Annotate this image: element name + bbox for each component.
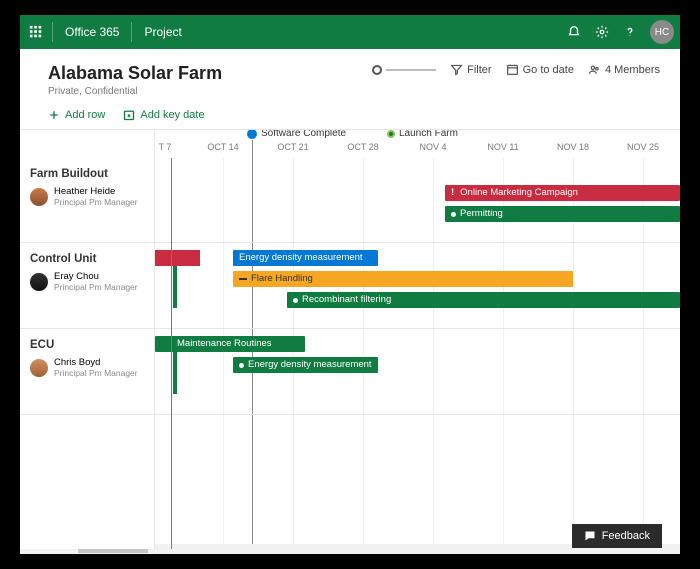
plus-icon — [48, 109, 60, 121]
task-bar[interactable]: Maintenance Routines — [155, 336, 305, 352]
assignee[interactable]: Heather HeidePrincipal Pm Manager — [30, 186, 144, 208]
add-key-date-button[interactable]: Add key date — [123, 109, 204, 121]
top-bar: Office 365 Project HC — [20, 15, 680, 49]
members-button[interactable]: 4 Members — [588, 63, 660, 76]
group-control-unit[interactable]: Control Unit Eray ChouPrincipal Pm Manag… — [20, 243, 154, 329]
milestone-software[interactable]: Software Complete — [247, 130, 346, 139]
task-bar[interactable]: Energy density measurement — [233, 250, 378, 266]
project-title: Alabama Solar Farm — [48, 63, 222, 84]
today-line — [171, 158, 172, 549]
project-subtitle: Private, Confidential — [48, 86, 222, 97]
app-label[interactable]: Project — [132, 25, 193, 39]
task-bar[interactable]: Recombinant filtering — [287, 292, 680, 308]
task-bar[interactable]: !Online Marketing Campaign — [445, 185, 680, 201]
project-header: Alabama Solar Farm Private, Confidential… — [20, 49, 680, 103]
timeline: Farm Buildout Heather HeidePrincipal Pm … — [20, 129, 680, 549]
filter-icon — [450, 63, 463, 76]
add-row-button[interactable]: Add row — [48, 109, 105, 121]
task-bar[interactable] — [155, 250, 200, 266]
gantt-grid[interactable]: Software Complete Launch Farm T 7 OCT 14… — [155, 130, 680, 549]
assignee[interactable]: Eray ChouPrincipal Pm Manager — [30, 271, 144, 293]
notifications-icon[interactable] — [560, 25, 588, 39]
group-farm-buildout[interactable]: Farm Buildout Heather HeidePrincipal Pm … — [20, 158, 154, 243]
avatar-icon — [30, 359, 48, 377]
people-icon — [588, 63, 601, 76]
assignee[interactable]: Chris BoydPrincipal Pm Manager — [30, 357, 144, 379]
task-stub[interactable] — [173, 352, 177, 394]
group-column: Farm Buildout Heather HeidePrincipal Pm … — [20, 130, 155, 549]
task-stub[interactable] — [173, 266, 177, 308]
task-bar[interactable]: Permitting — [445, 206, 680, 222]
zoom-slider[interactable] — [372, 65, 436, 75]
goto-date-button[interactable]: Go to date — [506, 63, 574, 76]
settings-icon[interactable] — [588, 25, 616, 39]
help-icon[interactable] — [616, 25, 644, 39]
toolbar: Add row Add key date — [20, 103, 680, 129]
user-avatar[interactable]: HC — [650, 20, 674, 44]
group-ecu[interactable]: ECU Chris BoydPrincipal Pm Manager — [20, 329, 154, 415]
milestone-dot-icon — [387, 130, 395, 138]
calendar-icon — [506, 63, 519, 76]
task-bar[interactable]: Flare Handling — [233, 271, 573, 287]
key-date-icon — [123, 109, 135, 121]
milestone-dot-icon — [247, 130, 257, 139]
filter-button[interactable]: Filter — [450, 63, 491, 76]
app-launcher-icon[interactable] — [20, 25, 52, 39]
milestone-launch[interactable]: Launch Farm — [387, 130, 458, 139]
task-bar[interactable]: Energy density measurement — [233, 357, 378, 373]
date-axis: T 7 OCT 14 OCT 21 OCT 28 NOV 4 NOV 11 NO… — [155, 142, 680, 158]
feedback-button[interactable]: Feedback — [572, 524, 662, 548]
avatar-icon — [30, 188, 48, 206]
brand-label[interactable]: Office 365 — [52, 22, 132, 42]
avatar-icon — [30, 273, 48, 291]
chat-icon — [584, 530, 596, 542]
